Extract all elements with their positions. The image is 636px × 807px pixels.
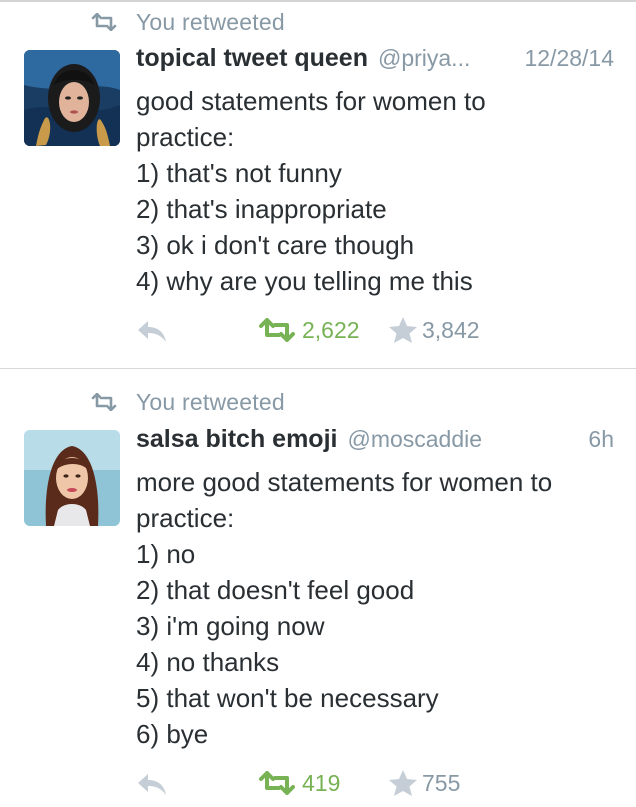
tweet-text-line: 6) bye: [136, 719, 209, 749]
timestamp: 6h: [588, 426, 614, 452]
favorite-count: 3,842: [422, 316, 480, 343]
tweet-text-line: practice:: [136, 503, 235, 533]
tweet-text-line: 3) ok i don't care though: [136, 230, 415, 260]
username-handle[interactable]: @priya...: [378, 45, 514, 72]
avatar-image: [24, 50, 120, 146]
tweet-header: topical tweet queen @priya... 12/28/14: [136, 44, 614, 78]
timestamp: 12/28/14: [524, 45, 614, 71]
retweet-context-label: You retweeted: [136, 8, 285, 35]
tweet-text-line: more good statements for women to: [136, 467, 553, 497]
tweet-text-line: 2) that's inappropriate: [136, 194, 387, 224]
favorite-button[interactable]: 755: [388, 763, 460, 803]
tweet-text-line: 2) that doesn't feel good: [136, 575, 415, 605]
tweet-text-line: good statements for women to: [136, 86, 486, 116]
retweet-count: 419: [302, 769, 341, 796]
display-name[interactable]: salsa bitch emoji: [136, 425, 337, 454]
retweet-icon: [259, 771, 295, 795]
tweet-text-line: practice:: [136, 122, 235, 152]
tweet-text-line: 4) no thanks: [136, 647, 280, 677]
tweet-text-line: 1) that's not funny: [136, 158, 342, 188]
display-name[interactable]: topical tweet queen: [136, 44, 368, 73]
avatar[interactable]: [24, 430, 120, 526]
star-icon: [389, 770, 417, 796]
tweet[interactable]: You retweeted salsa bitch emoji @moscadd…: [0, 369, 636, 807]
tweet[interactable]: You retweeted topical tweet queen @priya…: [0, 0, 636, 368]
tweet-text: more good statements for women to practi…: [136, 464, 616, 752]
reply-icon[interactable]: [136, 771, 168, 797]
star-icon: [389, 317, 417, 343]
tweet-text-line: 3) i'm going now: [136, 611, 325, 641]
retweet-button[interactable]: 419: [258, 763, 340, 803]
retweet-context: You retweeted: [90, 387, 285, 417]
tweet-actions: 419 755: [0, 763, 636, 803]
retweet-button[interactable]: 2,622: [258, 310, 360, 350]
reply-icon[interactable]: [136, 318, 168, 344]
avatar-image: [24, 430, 120, 526]
retweet-icon: [259, 318, 295, 342]
favorite-count: 755: [422, 769, 461, 796]
tweet-header: salsa bitch emoji @moscaddie 6h: [136, 425, 614, 459]
retweet-count: 2,622: [302, 316, 360, 343]
avatar[interactable]: [24, 50, 120, 146]
tweet-text-line: 5) that won't be necessary: [136, 683, 439, 713]
retweet-context-label: You retweeted: [136, 388, 285, 415]
tweet-text: good statements for women to practice: 1…: [136, 83, 616, 299]
retweet-icon: [91, 393, 117, 411]
tweet-text-line: 4) why are you telling me this: [136, 266, 473, 296]
username-handle[interactable]: @moscaddie: [347, 426, 578, 453]
retweet-context: You retweeted: [90, 7, 285, 37]
favorite-button[interactable]: 3,842: [388, 310, 480, 350]
tweet-text-line: 1) no: [136, 539, 196, 569]
tweet-actions: 2,622 3,842: [0, 310, 636, 350]
retweet-icon: [91, 13, 117, 31]
